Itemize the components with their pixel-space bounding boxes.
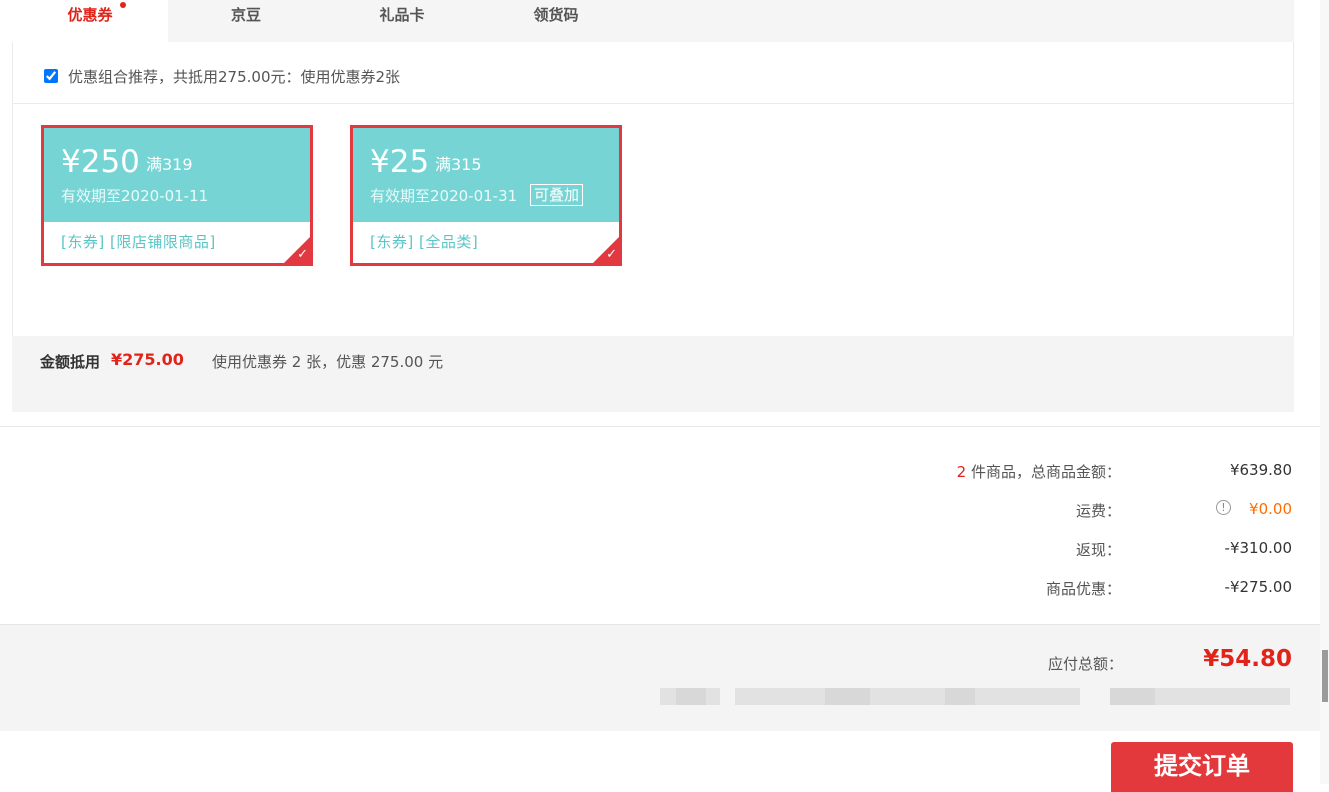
recommend-combo[interactable]: 优惠组合推荐，共抵用275.00元：使用优惠券2张: [44, 64, 400, 88]
tab-jingdou-label: 京豆: [230, 6, 261, 24]
coupon-condition: 满319: [146, 155, 193, 174]
coupon-amount: ¥25: [370, 144, 430, 180]
discount-value: -¥275.00: [1224, 578, 1292, 596]
items-total-label: 2 件商品，总商品金额：: [957, 461, 1121, 482]
cashback-value: -¥310.00: [1224, 539, 1292, 557]
info-icon[interactable]: !: [1216, 500, 1231, 515]
coupon-header: ¥250 满319 有效期至2020-01-11: [44, 128, 310, 222]
scrollbar-thumb[interactable]: [1322, 650, 1328, 702]
tab-coupons-label: 优惠券: [67, 6, 113, 24]
submit-order-button[interactable]: 提交订单: [1111, 742, 1293, 792]
redacted-text: [1110, 688, 1155, 705]
coupon-tags: [东券] [全品类]: [370, 233, 479, 251]
coupon-validity: 有效期至2020-01-11: [61, 187, 209, 205]
recommend-checkbox[interactable]: [44, 69, 58, 83]
section-divider: [0, 426, 1320, 427]
cashback-label: 返现：: [1075, 541, 1121, 559]
items-total-value: ¥639.80: [1229, 461, 1292, 479]
coupon-validity: 有效期至2020-01-31: [370, 187, 518, 205]
tab-pickup-code[interactable]: 领货码: [478, 0, 634, 42]
payable-amount: ¥54.80: [1203, 646, 1292, 672]
shipping-label: 运费：: [1075, 502, 1121, 520]
stackable-badge: 可叠加: [530, 184, 584, 206]
discount-label: 商品优惠：: [1045, 580, 1121, 598]
tab-jingdou[interactable]: 京豆: [168, 0, 324, 42]
coupon-amount: ¥250: [61, 144, 140, 180]
tab-coupons[interactable]: 优惠券: [12, 0, 168, 42]
coupon-summary-amount: ¥275.00: [111, 350, 184, 369]
redacted-text: [735, 688, 1080, 705]
redacted-text: [676, 688, 706, 705]
coupon-tags: [东券] [限店铺限商品]: [61, 233, 216, 251]
recommend-text: 优惠组合推荐，共抵用275.00元：使用优惠券2张: [68, 67, 401, 86]
coupon-summary-bar: [12, 336, 1294, 412]
coupon-header: ¥25 满315 有效期至2020-01-31 可叠加: [353, 128, 619, 222]
redacted-text: [945, 688, 975, 705]
coupon-summary-label: 金额抵用: [40, 353, 101, 371]
coupon-condition: 满315: [435, 155, 482, 174]
shipping-value: ¥0.00: [1249, 500, 1292, 518]
coupon-card[interactable]: ¥250 满319 有效期至2020-01-11 [东券] [限店铺限商品] ✓: [41, 125, 313, 266]
coupon-card[interactable]: ¥25 满315 有效期至2020-01-31 可叠加 [东券] [全品类] ✓: [350, 125, 622, 266]
tab-gift-card-label: 礼品卡: [379, 6, 425, 24]
new-badge-dot: [120, 2, 126, 8]
divider: [12, 103, 1294, 104]
payable-bar: [0, 624, 1320, 731]
items-count: 2: [956, 463, 967, 481]
tab-gift-card[interactable]: 礼品卡: [324, 0, 480, 42]
redacted-text: [825, 688, 870, 705]
check-mark-icon: ✓: [606, 247, 617, 262]
payable-label: 应付总额：: [1048, 655, 1124, 673]
check-mark-icon: ✓: [297, 247, 308, 262]
items-label: 件商品，总商品金额：: [966, 463, 1121, 481]
tab-pickup-code-label: 领货码: [533, 6, 579, 24]
coupon-summary-description: 使用优惠券 2 张，优惠 275.00 元: [212, 353, 444, 371]
